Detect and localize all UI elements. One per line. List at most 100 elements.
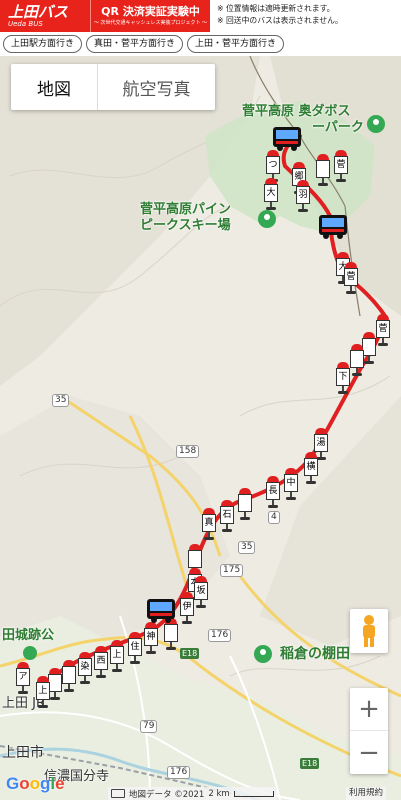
- keyboard-icon[interactable]: [111, 789, 125, 798]
- bus-stop-label: 中: [284, 474, 298, 492]
- zoom-out-button[interactable]: −: [350, 731, 388, 774]
- bus-stop-label: [62, 666, 76, 684]
- bus-stop-label: つ: [266, 156, 280, 174]
- bus-stop-base: [96, 675, 106, 678]
- place-label-ski-area: 菅平高原パイン: [140, 202, 232, 217]
- bus-stop-label: 菅: [376, 320, 390, 338]
- bus-stop-marker[interactable]: [48, 668, 62, 700]
- bus-stop-base: [18, 691, 28, 694]
- street-view-pegman-button[interactable]: [350, 609, 388, 653]
- zoom-in-button[interactable]: +: [350, 688, 388, 731]
- bus-stop-marker[interactable]: 西: [94, 646, 108, 678]
- bus-stop-marker[interactable]: [350, 344, 364, 376]
- bus-stop-marker[interactable]: 羽: [296, 180, 310, 212]
- bus-stop-base: [286, 497, 296, 500]
- notice-line: ※ 回送中のバスは表示されません。: [217, 16, 343, 25]
- bus-stop-marker[interactable]: [316, 154, 330, 186]
- bus-stop-marker[interactable]: 大: [264, 178, 278, 210]
- bus-stop-marker[interactable]: 上: [110, 640, 124, 672]
- bus-stop-label: 神: [144, 628, 158, 646]
- route-number: 175: [220, 564, 244, 577]
- bus-stop-label: 染: [78, 658, 92, 676]
- bus-stop-base: [222, 529, 232, 532]
- bus-stop-marker[interactable]: [362, 332, 376, 364]
- bus-stop-base: [318, 183, 328, 186]
- bus-stop-marker[interactable]: 石: [220, 500, 234, 532]
- highway-label: E18: [180, 648, 200, 659]
- bus-stop-label: 上: [36, 682, 50, 700]
- bus-stop-label: 大: [264, 184, 278, 202]
- direction-button-ueda-station[interactable]: 上田駅方面行き: [3, 35, 83, 53]
- bus-stop-label: [48, 674, 62, 692]
- bus-stop-label: 菅: [344, 268, 358, 286]
- route-number: 176: [208, 629, 232, 642]
- bus-stop-marker[interactable]: 菅: [344, 262, 358, 294]
- bus-stop-label: 上: [110, 646, 124, 664]
- bus-stop-marker[interactable]: [62, 660, 76, 692]
- route-number: 4: [268, 511, 280, 524]
- map-data-credit[interactable]: 地図データ ©2021: [129, 788, 204, 800]
- bus-stop-marker[interactable]: 伊: [180, 592, 194, 624]
- bus-stop-label: 長: [266, 482, 280, 500]
- place-label-ueda-city: 上田市: [2, 745, 44, 761]
- bus-stop-base: [336, 179, 346, 182]
- bus-stop-marker[interactable]: 菅: [376, 314, 390, 346]
- route-map[interactable]: 地図 航空写真 菅平高原 奥ダボス ーパーク 菅平高原パイン ピークスキー場 田…: [0, 56, 401, 800]
- google-letter: o: [29, 774, 41, 793]
- qr-title: QR 決済実証実験中: [101, 5, 200, 18]
- bus-icon[interactable]: [318, 214, 348, 240]
- bus-stop-label: 菅: [334, 156, 348, 174]
- map-type-control: 地図 航空写真: [11, 64, 215, 110]
- qr-banner: QR 決済実証実験中 〜 次世代交通キャッシュレス実装プロジェクト 〜: [90, 0, 210, 32]
- map-type-satellite-button[interactable]: 航空写真: [97, 64, 215, 110]
- bus-stop-marker[interactable]: 横: [304, 452, 318, 484]
- bus-stop-base: [240, 517, 250, 520]
- bus-stop-label: [188, 550, 202, 568]
- bus-icon[interactable]: [146, 598, 176, 624]
- bus-stop-label: 下: [336, 368, 350, 386]
- direction-tabs: 上田駅方面行き 真田・菅平方面行き 上田・菅平方面行き: [0, 32, 401, 56]
- bus-stop-marker[interactable]: 菅: [334, 150, 348, 182]
- bus-stop-base: [364, 361, 374, 364]
- bus-icon[interactable]: [272, 126, 302, 152]
- bus-stop-marker[interactable]: 真: [202, 508, 216, 540]
- google-letter: o: [19, 774, 30, 793]
- bus-stop-base: [64, 689, 74, 692]
- direction-button-ueda-sugadaira[interactable]: 上田・菅平方面行き: [187, 35, 285, 53]
- bus-stop-marker[interactable]: 坂: [194, 576, 208, 608]
- direction-button-sanada-sugadaira[interactable]: 真田・菅平方面行き: [86, 35, 184, 53]
- bus-stop-base: [166, 647, 176, 650]
- bus-stop-label: 西: [94, 652, 108, 670]
- bus-stop-label: 湯: [314, 434, 328, 452]
- bus-stop-marker[interactable]: 神: [144, 622, 158, 654]
- bus-stop-label: 真: [202, 514, 216, 532]
- route-number: 176: [167, 766, 191, 779]
- bus-stop-marker[interactable]: 長: [266, 476, 280, 508]
- bus-stop-label: [316, 160, 330, 178]
- bus-stop-marker[interactable]: [238, 488, 252, 520]
- bus-stop-base: [378, 343, 388, 346]
- terms-link[interactable]: 利用規約: [346, 787, 387, 800]
- bus-stop-label: [350, 350, 364, 368]
- route-number: 158: [176, 445, 200, 458]
- highway-label: E18: [300, 758, 320, 769]
- route-number: 35: [238, 541, 256, 554]
- map-type-map-button[interactable]: 地図: [11, 64, 97, 110]
- bus-stop-marker[interactable]: 上: [36, 676, 50, 708]
- scale-bar: [233, 790, 274, 797]
- bus-stop-label: 横: [304, 458, 318, 476]
- bus-stop-base: [204, 537, 214, 540]
- bus-stop-marker[interactable]: 住: [128, 632, 142, 664]
- bus-stop-label: [362, 338, 376, 356]
- notice-line: ※ 位置情報は適時更新されます。: [217, 4, 335, 13]
- bus-stop-marker[interactable]: 下: [336, 362, 350, 394]
- place-label-dam-park-2: ーパーク: [312, 120, 364, 135]
- place-label-ski-area-2: ピークスキー場: [140, 218, 231, 233]
- bus-stop-marker[interactable]: 染: [78, 652, 92, 684]
- bus-stop-marker[interactable]: ア: [16, 662, 30, 694]
- route-number: 79: [140, 720, 158, 733]
- bus-stop-base: [130, 661, 140, 664]
- bus-stop-label: [164, 624, 178, 642]
- place-label-castle: 田城跡公: [2, 628, 55, 643]
- bus-stop-marker[interactable]: 中: [284, 468, 298, 500]
